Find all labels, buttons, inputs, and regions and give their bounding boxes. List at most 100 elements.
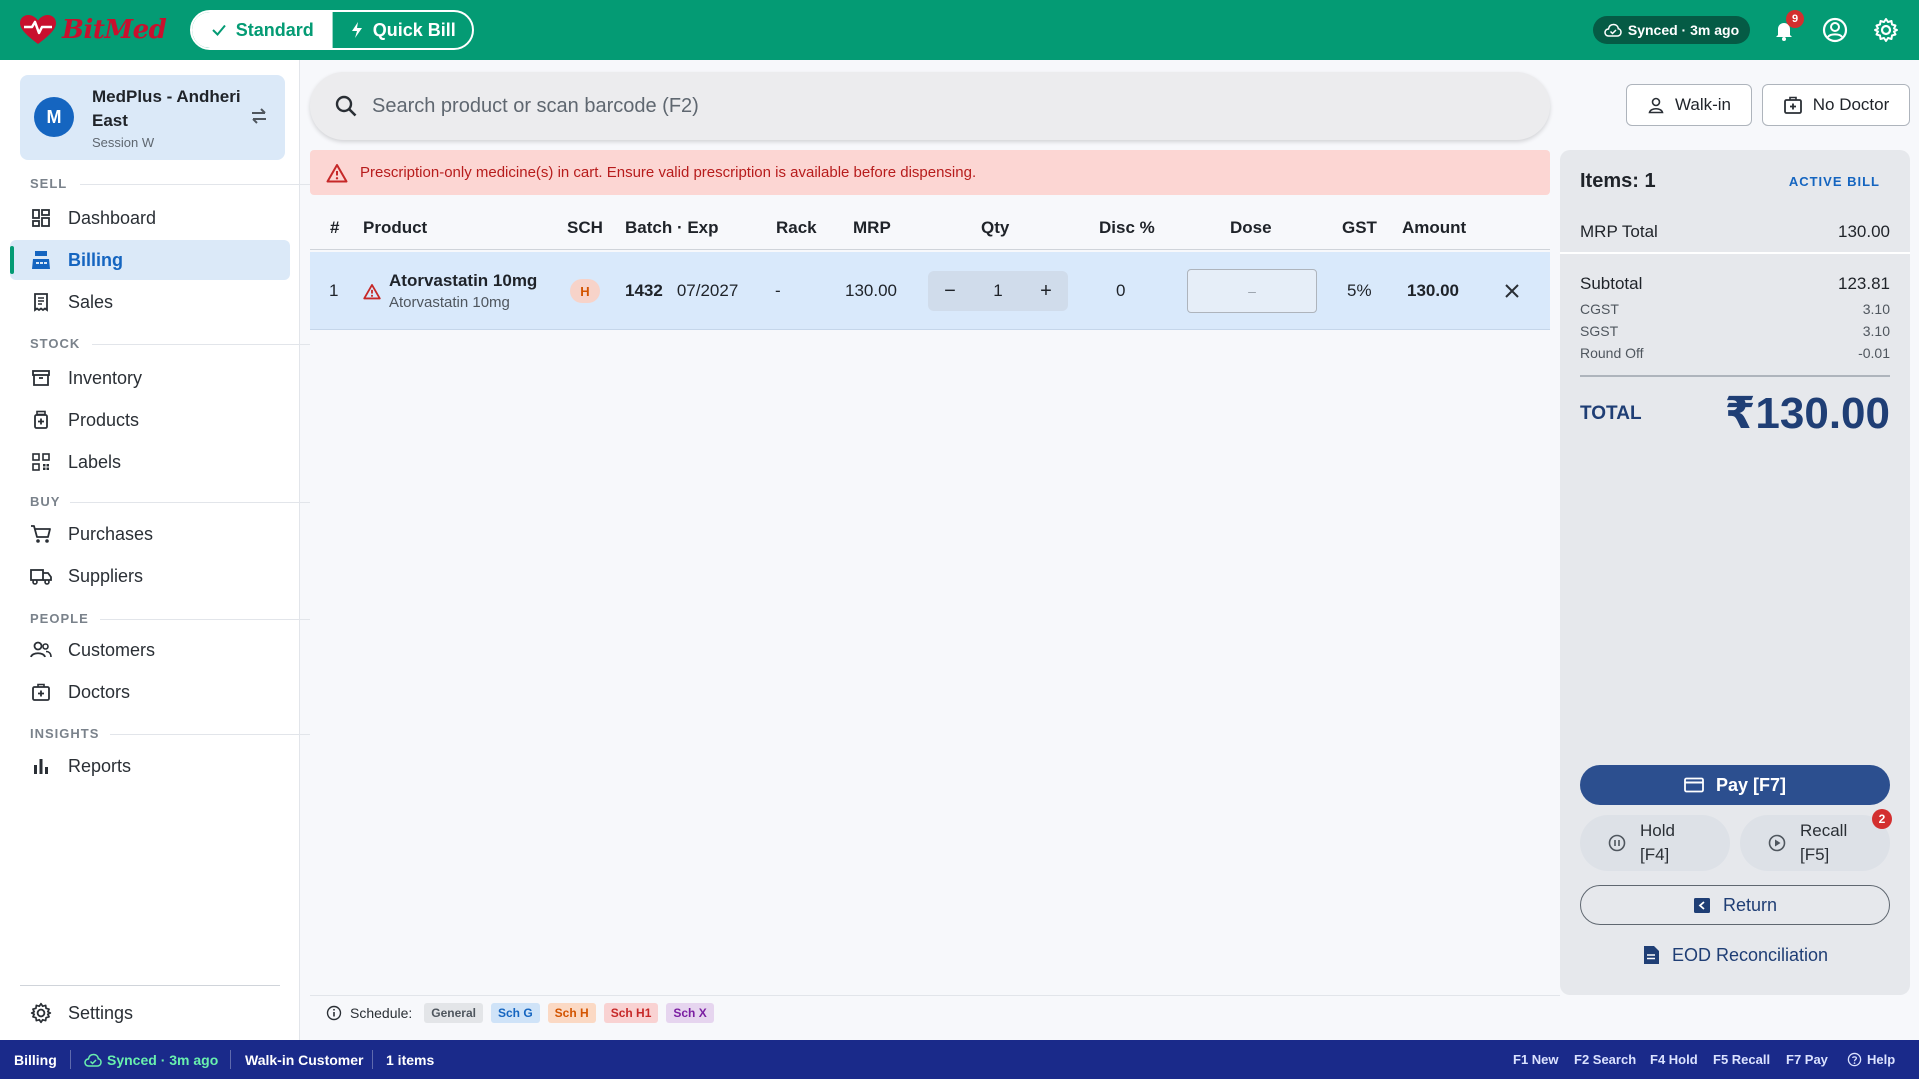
shortcut-hold[interactable]: F4 Hold [1650, 1040, 1698, 1079]
qty-value[interactable]: 1 [993, 281, 1002, 301]
sidebar-item-reports[interactable]: Reports [10, 746, 290, 786]
bill-summary-panel: Items: 1 ACTIVE BILL MRP Total 130.00 Su… [1560, 150, 1910, 995]
notifications-button[interactable]: 9 [1770, 10, 1804, 44]
gst-value: 5% [1347, 281, 1372, 300]
sidebar-item-label: Suppliers [68, 565, 144, 586]
round-off-value: -0.01 [1858, 345, 1890, 361]
qty-increment-button[interactable]: + [1036, 280, 1056, 303]
product-search-bar[interactable] [310, 72, 1550, 140]
nav-section-label: STOCK [30, 336, 81, 351]
truck-icon [30, 565, 52, 587]
dose-input[interactable]: – [1187, 269, 1317, 313]
status-bar: Billing Synced · 3m ago Walk-in Customer… [0, 1040, 1919, 1079]
sidebar-item-label: Inventory [68, 367, 143, 388]
user-icon [1648, 97, 1664, 114]
nav-section-sell: SELL [30, 176, 310, 191]
sidebar-item-doctors[interactable]: Doctors [10, 672, 290, 712]
shortcut-recall[interactable]: F5 Recall [1713, 1040, 1770, 1079]
legend-chip-sch-h1: Sch H1 [603, 1003, 659, 1023]
prescription-warning-text: Prescription-only medicine(s) in cart. E… [360, 164, 977, 181]
sync-status-pill[interactable]: Synced · 3m ago [1593, 16, 1750, 44]
pay-button[interactable]: Pay [F7] [1580, 765, 1890, 805]
col-header-discount[interactable]: Disc % [1099, 205, 1155, 250]
hold-button[interactable]: Hold [F4] [1580, 815, 1730, 871]
mrp-total-value: 130.00 [1838, 222, 1890, 241]
col-header-dose[interactable]: Dose [1230, 205, 1272, 250]
sidebar-item-billing[interactable]: Billing [10, 240, 290, 280]
quantity-stepper: − 1 + [928, 252, 1068, 330]
close-icon [1505, 284, 1519, 298]
swap-icon[interactable] [248, 105, 270, 127]
table-row[interactable]: 1 Atorvastatin 10mg Atorvastatin 10mg H … [310, 252, 1550, 330]
shortcut-pay[interactable]: F7 Pay [1786, 1040, 1828, 1079]
col-header-gst[interactable]: GST [1342, 205, 1377, 250]
held-bills-count-badge: 2 [1872, 809, 1892, 829]
total-label: TOTAL [1580, 402, 1642, 424]
total-row: TOTAL ₹130.00 [1580, 388, 1890, 439]
status-page: Billing [14, 1051, 57, 1068]
notification-count-badge: 9 [1786, 10, 1804, 28]
store-switcher-card[interactable]: M MedPlus - Andheri East Session W [20, 75, 285, 160]
col-header-number: # [330, 217, 340, 237]
discount-value[interactable]: 0 [1116, 252, 1125, 330]
store-name: MedPlus - Andheri East [92, 87, 241, 130]
sidebar-item-customers[interactable]: Customers [10, 630, 290, 670]
recall-button[interactable]: Recall [F5] 2 [1740, 809, 1892, 871]
remove-item-button[interactable] [1504, 252, 1520, 330]
col-header-mrp[interactable]: MRP [853, 205, 891, 250]
sidebar-item-settings[interactable]: Settings [10, 993, 290, 1033]
store-avatar: M [34, 97, 74, 137]
status-items: 1 items [386, 1051, 435, 1068]
round-off-label: Round Off [1580, 345, 1644, 361]
pay-button-label: Pay [F7] [1715, 774, 1787, 795]
check-icon [212, 24, 226, 36]
archive-box-icon [30, 367, 52, 389]
product-search-input[interactable] [372, 94, 1472, 118]
col-header-amount[interactable]: Amount [1402, 205, 1466, 250]
sidebar-item-label: Purchases [68, 523, 154, 544]
mode-quick-bill-button[interactable]: Quick Bill [331, 12, 473, 48]
warning-triangle-icon [326, 163, 348, 182]
subtotal-row: Subtotal 123.81 [1580, 274, 1890, 294]
qty-decrement-button[interactable]: − [940, 280, 960, 303]
sidebar-item-labels[interactable]: Labels [10, 442, 290, 482]
sidebar-item-sales[interactable]: Sales [10, 282, 290, 322]
warning-triangle-icon [363, 283, 381, 299]
col-header-rack[interactable]: Rack [776, 205, 817, 250]
eod-reconciliation-button[interactable]: EOD Reconciliation [1580, 935, 1890, 975]
col-header-qty[interactable]: Qty [981, 205, 1009, 250]
sidebar-item-products[interactable]: Products [10, 400, 290, 440]
help-button[interactable]: Help [1847, 1040, 1895, 1079]
sidebar-item-label: Products [68, 409, 140, 430]
col-header-product[interactable]: Product [363, 205, 427, 250]
row-product-cell[interactable]: Atorvastatin 10mg Atorvastatin 10mg [363, 252, 537, 330]
recall-label: Recall [1800, 821, 1848, 840]
shortcut-new[interactable]: F1 New [1513, 1040, 1559, 1079]
shortcut-search[interactable]: F2 Search [1574, 1040, 1636, 1079]
row-batch-cell[interactable]: 1432 07/2027 [625, 252, 738, 330]
customer-walkin-button[interactable]: Walk-in [1626, 84, 1752, 126]
sidebar-item-inventory[interactable]: Inventory [10, 358, 290, 398]
row-schedule-cell: H [570, 252, 600, 330]
nav-section-insights: INSIGHTS [30, 726, 310, 741]
account-button[interactable] [1821, 16, 1849, 44]
sidebar-item-suppliers[interactable]: Suppliers [10, 556, 290, 596]
summary-divider [1580, 375, 1890, 377]
sidebar-item-dashboard[interactable]: Dashboard [10, 198, 290, 238]
cart-table-header: # Product SCH Batch · Exp Rack MRP Qty D… [310, 205, 1550, 250]
mrp-total-row: MRP Total 130.00 [1580, 222, 1890, 242]
col-header-schedule[interactable]: SCH [567, 205, 603, 250]
col-header-batch-exp[interactable]: Batch · Exp [625, 205, 719, 250]
receipt-icon [30, 291, 52, 313]
mode-standard-button[interactable]: Standard [192, 12, 332, 48]
sidebar-item-label: Labels [68, 451, 122, 472]
nav-section-label: SELL [30, 176, 68, 191]
doctor-select-button[interactable]: No Doctor [1762, 84, 1910, 126]
settings-top-button[interactable] [1872, 16, 1900, 44]
return-button[interactable]: Return [1580, 885, 1890, 925]
billing-mode-toggle: Standard Quick Bill [190, 10, 474, 50]
pause-circle-icon [1608, 834, 1626, 852]
legend-chip-general: General [424, 1003, 483, 1023]
sidebar-item-purchases[interactable]: Purchases [10, 514, 290, 554]
brand-logo[interactable]: BitMed [18, 14, 167, 46]
